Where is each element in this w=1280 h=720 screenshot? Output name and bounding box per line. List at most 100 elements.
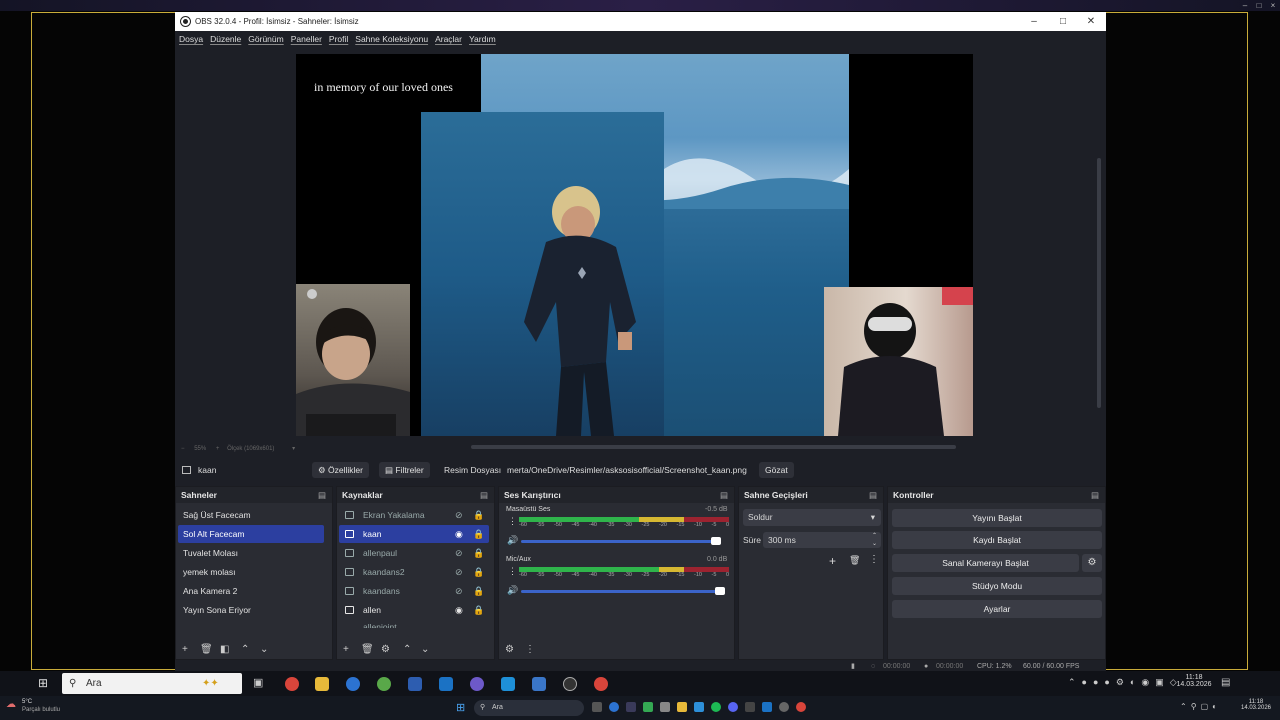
system-tray-icons[interactable]: ⌃●●●⚙◐◉▣◇ <box>1068 677 1183 688</box>
properties-button[interactable]: ⚙ Özellikler <box>312 462 369 478</box>
scene-filter-icon[interactable]: ◧ <box>220 644 229 655</box>
speaker-icon[interactable]: 🔊 <box>507 585 518 596</box>
lock-icon[interactable]: 🔒 <box>473 544 484 562</box>
menu-duzenle[interactable]: Düzenle <box>210 31 241 48</box>
volume-slider-handle[interactable] <box>711 537 721 545</box>
source-item[interactable]: kaandans ⊘ 🔒 <box>339 582 489 600</box>
file-explorer-icon[interactable] <box>677 702 687 712</box>
app-icon[interactable] <box>626 702 636 712</box>
file-path-field[interactable]: merta/OneDrive/Resimler/asksosisofficial… <box>507 458 752 482</box>
settings-button[interactable]: Ayarlar <box>892 600 1102 618</box>
app-icon[interactable] <box>501 677 515 691</box>
transition-menu-icon[interactable]: ⋮ <box>869 554 879 565</box>
eye-icon[interactable]: ◉ <box>455 525 463 543</box>
app-icon[interactable] <box>660 702 670 712</box>
edge-icon[interactable] <box>346 677 360 691</box>
steam-icon[interactable] <box>762 702 772 712</box>
scene-item[interactable]: yemek molası <box>178 563 324 581</box>
transition-select[interactable]: Soldur ▾ <box>743 509 881 526</box>
channel-menu-icon[interactable]: ⋮ <box>508 566 517 577</box>
scene-item[interactable]: Sağ Üst Facecam <box>178 506 324 524</box>
start-streaming-button[interactable]: Yayını Başlat <box>892 509 1102 527</box>
outer-close-icon[interactable]: × <box>1266 0 1280 11</box>
file-explorer-icon[interactable] <box>315 677 329 691</box>
close-icon[interactable]: ✕ <box>1077 12 1105 31</box>
chrome-icon[interactable] <box>796 702 806 712</box>
remove-transition-icon[interactable]: 🗑 <box>849 555 860 566</box>
menu-paneller[interactable]: Paneller <box>291 31 322 48</box>
app-icon[interactable] <box>532 677 546 691</box>
dock-menu-icon[interactable]: ▤ <box>720 487 728 503</box>
scene-item[interactable]: Sol Alt Facecam <box>178 525 324 543</box>
windows-start-icon[interactable]: ⊞ <box>38 676 48 690</box>
app-icon[interactable] <box>745 702 755 712</box>
host-tray-icons[interactable]: ⌃⚲▢◐ <box>1180 702 1221 711</box>
add-scene-icon[interactable]: + <box>182 644 188 655</box>
dock-menu-icon[interactable]: ▤ <box>1091 487 1099 503</box>
filters-button[interactable]: ▤ Filtreler <box>379 462 430 478</box>
dock-menu-icon[interactable]: ▤ <box>869 487 877 503</box>
app-icon[interactable] <box>439 677 453 691</box>
host-clock[interactable]: 11:18 14.03.2026 <box>1238 699 1274 711</box>
minimize-icon[interactable]: – <box>1020 12 1048 31</box>
add-source-icon[interactable]: + <box>343 644 349 655</box>
preview-horizontal-scrollbar[interactable] <box>471 445 956 449</box>
app-icon[interactable] <box>694 702 704 712</box>
studio-mode-button[interactable]: Stüdyo Modu <box>892 577 1102 595</box>
move-down-icon[interactable]: ⌄ <box>260 644 268 655</box>
source-item[interactable]: allen ◉ 🔒 <box>339 601 489 619</box>
speaker-icon[interactable]: 🔊 <box>507 535 518 546</box>
taskbar-search-box[interactable]: ⚲ Ara ✦✦ <box>62 673 242 694</box>
eye-icon[interactable]: ◉ <box>455 601 463 619</box>
zoom-in-icon[interactable]: + <box>216 446 220 452</box>
lock-icon[interactable]: 🔒 <box>473 582 484 600</box>
windows-start-icon[interactable]: ⊞ <box>456 701 465 714</box>
volume-slider[interactable] <box>521 590 721 593</box>
edge-icon[interactable] <box>609 702 619 712</box>
chrome-icon[interactable] <box>594 677 608 691</box>
move-up-icon[interactable]: ⌃ <box>403 644 411 655</box>
virtual-camera-settings-icon[interactable]: ⚙ <box>1082 554 1102 572</box>
remove-scene-icon[interactable]: 🗑 <box>200 644 213 655</box>
spotify-icon[interactable] <box>711 702 721 712</box>
scale-dropdown-icon[interactable]: ▾ <box>292 446 295 452</box>
lock-icon[interactable]: 🔒 <box>473 563 484 581</box>
outer-minimize-icon[interactable]: – <box>1238 0 1252 11</box>
source-item[interactable]: allenpaul ⊘ 🔒 <box>339 544 489 562</box>
task-view-icon[interactable] <box>592 702 602 712</box>
lock-icon[interactable]: 🔒 <box>473 506 484 524</box>
notification-icon[interactable]: ▤ <box>1221 677 1230 688</box>
scene-item[interactable]: Ana Kamera 2 <box>178 582 324 600</box>
hidden-eye-icon[interactable]: ⊘ <box>455 506 463 524</box>
remove-source-icon[interactable]: 🗑 <box>361 644 374 655</box>
source-properties-icon[interactable]: ⚙ <box>381 644 390 655</box>
obs-taskbar-icon[interactable] <box>779 702 789 712</box>
menu-profil[interactable]: Profil <box>329 31 348 48</box>
host-search-box[interactable]: ⚲ Ara <box>474 700 584 716</box>
task-view-icon[interactable]: ▣ <box>253 676 263 689</box>
hidden-eye-icon[interactable]: ⊘ <box>455 563 463 581</box>
preview-vertical-scrollbar[interactable] <box>1097 158 1101 408</box>
source-item[interactable]: allenjoint <box>339 620 489 628</box>
menu-araclar[interactable]: Araçlar <box>435 31 462 48</box>
dock-menu-icon[interactable]: ▤ <box>318 487 326 503</box>
move-up-icon[interactable]: ⌃ <box>241 644 249 655</box>
app-icon[interactable] <box>408 677 422 691</box>
move-down-icon[interactable]: ⌄ <box>421 644 429 655</box>
preview-canvas[interactable]: in memory of our loved ones <box>296 54 973 436</box>
source-item[interactable]: kaan ◉ 🔒 <box>339 525 489 543</box>
lock-icon[interactable]: 🔒 <box>473 525 484 543</box>
mixer-menu-icon[interactable]: ⋮ <box>525 644 535 655</box>
clock[interactable]: 11:18 14.03.2026 <box>1174 674 1214 688</box>
menu-dosya[interactable]: Dosya <box>179 31 203 48</box>
menu-yardim[interactable]: Yardım <box>469 31 496 48</box>
outer-maximize-icon[interactable]: □ <box>1252 0 1266 11</box>
xbox-icon[interactable] <box>643 702 653 712</box>
duration-field[interactable]: 300 ms ⌃ ⌄ <box>763 532 881 548</box>
chrome-icon[interactable] <box>285 677 299 691</box>
obs-taskbar-icon[interactable] <box>563 677 577 691</box>
hidden-eye-icon[interactable]: ⊘ <box>455 582 463 600</box>
discord-icon[interactable] <box>728 702 738 712</box>
dock-menu-icon[interactable]: ▤ <box>480 487 488 503</box>
volume-slider[interactable] <box>521 540 717 543</box>
